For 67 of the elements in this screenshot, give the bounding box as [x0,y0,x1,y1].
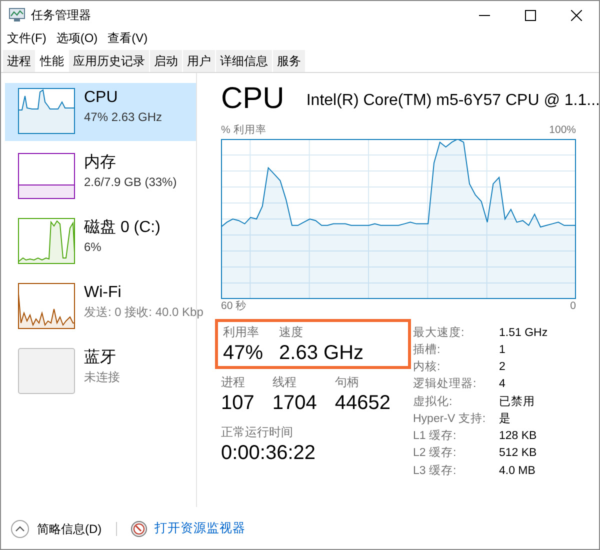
sidebar-item[interactable]: 蓝牙 未连接 [5,343,196,401]
detail-value: 4 [499,377,506,392]
axis-label: 60 秒 [221,298,247,314]
stat-value: 1704 [272,390,317,414]
stat-value: 107 [221,390,254,414]
item-title: 蓝牙 [84,348,117,368]
item-title: Wi-Fi [84,283,122,303]
axis-label: 0 [570,298,576,314]
chevron-up-icon[interactable] [11,520,29,538]
stat-value: 0:00:36:22 [221,440,317,464]
window-title: 任务管理器 [31,7,91,24]
item-title: 磁盘 0 (C:) [84,218,160,238]
tab[interactable]: 进程 [3,50,35,72]
sidebar-item[interactable]: 磁盘 0 (C:) 6% [5,213,196,271]
detail-label: 内核: [413,360,442,375]
stat-value: 44652 [334,390,390,414]
item-title: 内存 [84,153,117,173]
tab[interactable]: 用户 [183,50,215,72]
summary-toggle[interactable]: 简略信息(D) [37,520,102,538]
detail-label: 最大速度: [413,326,466,340]
stat-label: 正常运行时间 [221,424,294,440]
tab[interactable]: 启动 [150,50,182,72]
stat-label: 线程 [272,374,298,390]
tab[interactable]: 应用历史记录 [69,50,149,72]
item-detail: 2.6/7.9 GB (33%) [84,174,177,191]
detail-label: 逻辑处理器: [413,376,499,394]
item-title: CPU [84,88,119,108]
tab[interactable]: 详细信息 [216,50,272,72]
processor-name: Intel(R) Core(TM) m5-6Y57 CPU @ 1.1... [306,91,600,111]
app-icon [9,8,25,22]
detail-label: 虚拟化: [413,394,454,410]
menu-item[interactable]: 文件(F) [7,29,46,47]
resource-monitor-icon [130,520,147,536]
detail-label: 插槽: [413,342,442,358]
stat-value: 2.63 GHz [279,340,364,364]
axis-label: % 利用率 [221,123,266,138]
resource-monitor-link[interactable]: 打开资源监视器 [154,519,246,538]
item-detail: 发送: 0 接收: 40.0 Kbp [84,304,204,321]
panel-title: CPU [221,83,284,115]
detail-value: 是 [499,412,512,427]
detail-label: L2 缓存: [413,446,458,462]
detail-label: L3 缓存: [413,462,499,480]
detail-value: 1.51 GHz [499,326,548,340]
stat-label: 利用率 [223,324,260,340]
tab[interactable]: 服务 [273,50,305,72]
detail-value: 1 [499,342,506,358]
stat-label: 句柄 [334,374,360,390]
stat-value: 47% [223,340,264,364]
item-detail: 未连接 [84,369,120,386]
stat-label: 速度 [279,324,304,340]
item-detail: 6% [84,239,102,256]
close-icon [570,10,582,20]
detail-value: 已禁用 [499,394,536,410]
detail-value: 512 KB [499,446,538,462]
stat-label: 进程 [221,374,246,390]
detail-label: Hyper-V 支持: [413,410,499,428]
menu-item[interactable]: 选项(O) [56,29,98,47]
sidebar-item[interactable]: 内存 2.6/7.9 GB (33%) [5,148,196,206]
sidebar-item[interactable]: CPU 47% 2.63 GHz [5,83,196,141]
item-detail: 47% 2.63 GHz [84,109,162,126]
detail-value: 4.0 MB [499,464,536,478]
detail-value: 128 KB [499,429,538,444]
axis-label: 100% [549,123,576,138]
detail-value: 2 [499,360,506,375]
detail-label: L1 缓存: [413,428,458,444]
maximize-icon [524,10,536,20]
menu-item[interactable]: 查看(V) [108,29,148,47]
